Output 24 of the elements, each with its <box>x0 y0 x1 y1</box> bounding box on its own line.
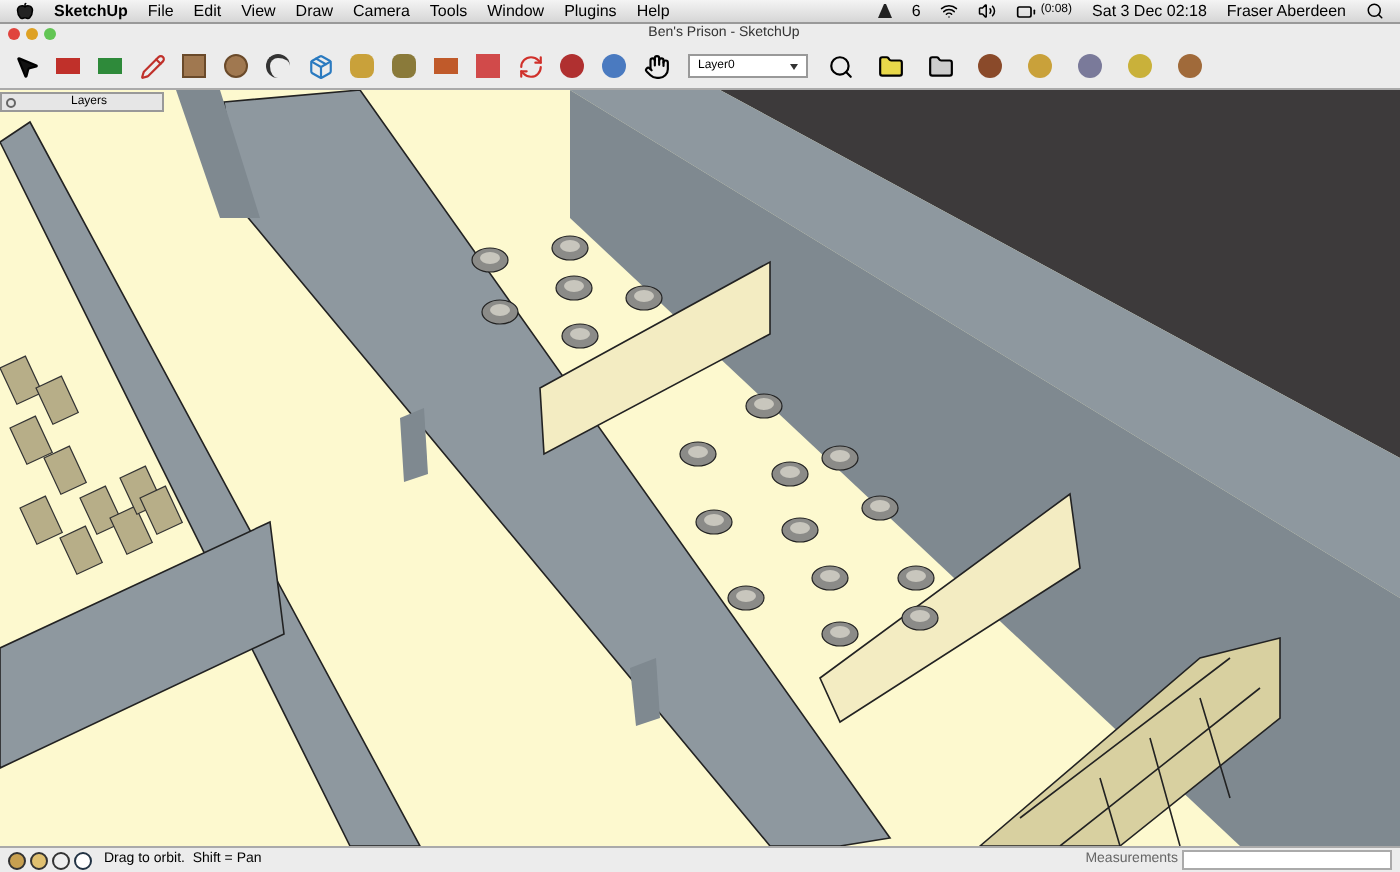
menu-item[interactable]: Camera <box>352 0 410 23</box>
measurements-field[interactable] <box>1182 850 1392 871</box>
status-item[interactable]: 6 <box>911 0 921 23</box>
spotlight-search-icon[interactable] <box>1366 2 1384 20</box>
caret-icon <box>790 63 798 70</box>
menu-item[interactable]: Draw <box>295 0 333 23</box>
volume-icon[interactable] <box>978 2 997 20</box>
app-menu[interactable]: SketchUp <box>54 0 128 23</box>
clock[interactable]: Sat 3 Dec 02:18 <box>1092 0 1207 23</box>
menu-item[interactable]: Edit <box>193 0 222 23</box>
close-button[interactable] <box>8 28 20 40</box>
help-icon[interactable] <box>74 851 92 870</box>
menu-item[interactable]: Help <box>636 0 670 23</box>
apple-logo-icon[interactable] <box>16 2 34 20</box>
panel-close-icon[interactable] <box>6 97 16 108</box>
menu-item[interactable]: File <box>147 0 174 23</box>
user-name[interactable]: Fraser Aberdeen <box>1226 0 1346 23</box>
menu-item[interactable]: Tools <box>429 0 468 23</box>
battery-icon[interactable] <box>1016 1 1037 21</box>
menu-item[interactable]: Window <box>487 0 545 23</box>
menu-item[interactable]: View <box>241 0 276 23</box>
menu-item[interactable]: Plugins <box>564 0 617 23</box>
wifi-icon[interactable] <box>940 2 959 20</box>
logo-icon[interactable] <box>877 4 892 18</box>
